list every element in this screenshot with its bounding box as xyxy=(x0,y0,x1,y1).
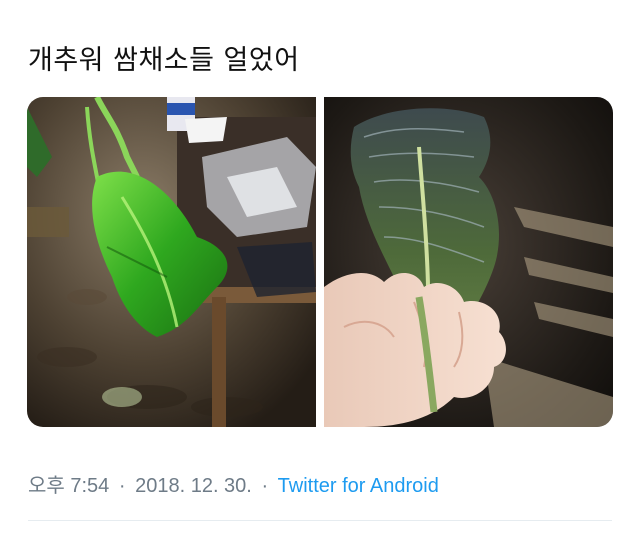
tweet-meta: 오후 7:54 · 2018. 12. 30. · Twitter for An… xyxy=(28,469,439,498)
meta-separator: · xyxy=(118,475,126,497)
meta-separator-2: · xyxy=(261,475,269,497)
photo-frozen-red-lettuce[interactable] xyxy=(324,97,613,427)
photo-left-image xyxy=(27,97,316,427)
photo-right-image xyxy=(324,97,613,427)
divider xyxy=(28,520,612,521)
tweet-source-link[interactable]: Twitter for Android xyxy=(278,475,439,497)
tweet-media[interactable] xyxy=(27,97,613,427)
tweet-date[interactable]: 2018. 12. 30. xyxy=(135,475,252,497)
photo-frozen-green-lettuce[interactable] xyxy=(27,97,316,427)
tweet-time[interactable]: 오후 7:54 xyxy=(28,475,109,497)
tweet-text: 개추워 쌈채소들 얼었어 xyxy=(28,45,300,76)
